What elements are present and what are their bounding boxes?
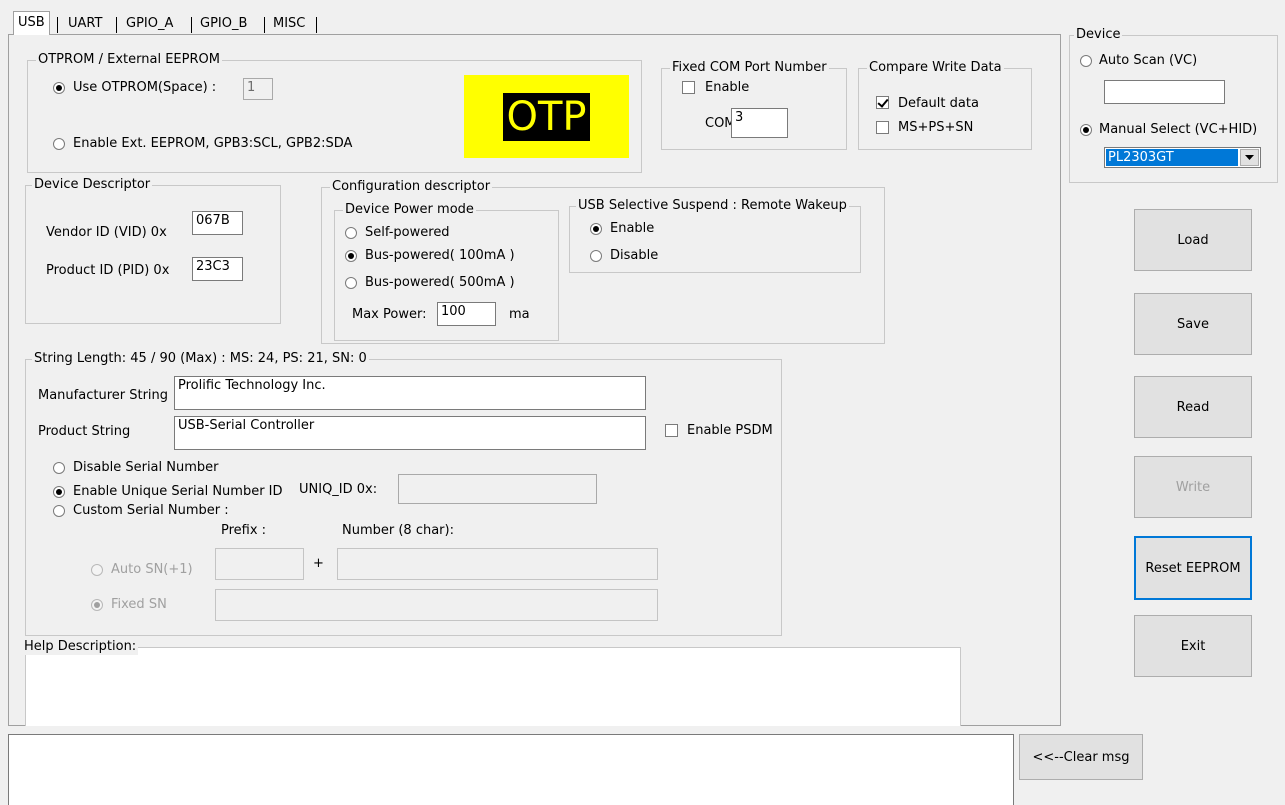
fixed-sn-label: Fixed SN	[111, 597, 167, 612]
remote-wakeup-disable-radio[interactable]	[590, 250, 602, 262]
tab-misc[interactable]: MISC	[269, 13, 309, 35]
sn-number-field[interactable]	[337, 548, 658, 580]
default-data-label: Default data	[898, 96, 979, 111]
clear-msg-button[interactable]: <<--Clear msg	[1019, 734, 1143, 780]
custom-serial-label: Custom Serial Number :	[73, 503, 229, 518]
remote-wakeup-disable-label: Disable	[610, 248, 659, 263]
tab-separator	[316, 17, 317, 33]
pid-label: Product ID (PID) 0x	[46, 263, 170, 278]
device-legend: Device	[1074, 27, 1123, 42]
prefix-label: Prefix :	[221, 523, 267, 538]
ms-ps-sn-checkbox[interactable]	[876, 121, 889, 134]
auto-sn-label: Auto SN(+1)	[111, 562, 193, 577]
manual-select-radio[interactable]	[1080, 124, 1092, 136]
unique-serial-label: Enable Unique Serial Number ID	[73, 484, 283, 499]
help-description-box	[25, 647, 961, 726]
fixed-sn-radio[interactable]	[91, 599, 103, 611]
device-select[interactable]: PL2303GT	[1104, 147, 1261, 168]
compare-write-legend: Compare Write Data	[867, 60, 1004, 75]
device-descriptor-group: Device Descriptor	[25, 177, 281, 324]
self-powered-radio[interactable]	[345, 227, 357, 239]
fixed-com-enable-checkbox[interactable]	[682, 81, 695, 94]
com-port-field[interactable]: 3	[731, 108, 788, 138]
manual-select-label: Manual Select (VC+HID)	[1099, 122, 1258, 137]
max-power-field[interactable]: 100	[437, 302, 496, 326]
fixed-com-legend: Fixed COM Port Number	[670, 60, 829, 75]
product-field[interactable]: USB-Serial Controller	[174, 416, 646, 450]
prefix-field[interactable]	[215, 548, 304, 580]
power-mode-legend: Device Power mode	[343, 202, 476, 217]
tab-separator	[57, 17, 58, 33]
custom-serial-radio[interactable]	[53, 505, 65, 517]
help-description-label: Help Description:	[24, 639, 139, 655]
auto-scan-radio[interactable]	[1080, 55, 1092, 67]
bus-powered-100-radio[interactable]	[345, 250, 357, 262]
self-powered-label: Self-powered	[365, 225, 450, 240]
enable-psdm-label: Enable PSDM	[687, 423, 773, 438]
fixed-sn-field[interactable]	[215, 589, 658, 621]
config-descriptor-legend: Configuration descriptor	[330, 179, 493, 194]
plus-sign: +	[313, 556, 324, 571]
auto-sn-radio[interactable]	[91, 564, 103, 576]
unique-serial-radio[interactable]	[53, 486, 65, 498]
vid-label: Vendor ID (VID) 0x	[46, 225, 167, 240]
remote-wakeup-enable-label: Enable	[610, 221, 655, 236]
otp-badge-text: OTP	[503, 92, 590, 141]
message-log[interactable]	[8, 734, 1014, 805]
tab-gpio-a[interactable]: GPIO_A	[122, 13, 177, 35]
reset-eeprom-button[interactable]: Reset EEPROM	[1134, 536, 1252, 600]
use-otprom-label: Use OTPROM(Space) :	[73, 80, 217, 95]
selective-suspend-legend: USB Selective Suspend : Remote Wakeup	[576, 198, 849, 213]
disable-serial-label: Disable Serial Number	[73, 460, 219, 475]
exit-button[interactable]: Exit	[1134, 615, 1252, 677]
device-select-value: PL2303GT	[1106, 149, 1238, 166]
chevron-down-icon[interactable]	[1240, 149, 1259, 166]
bus-powered-500-label: Bus-powered( 500mA )	[365, 275, 515, 290]
tab-separator	[191, 17, 192, 33]
tab-separator	[116, 17, 117, 33]
bus-powered-100-label: Bus-powered( 100mA )	[365, 248, 515, 263]
save-button[interactable]: Save	[1134, 293, 1252, 355]
disable-serial-radio[interactable]	[53, 462, 65, 474]
remote-wakeup-enable-radio[interactable]	[590, 223, 602, 235]
fixed-com-enable-label: Enable	[705, 80, 750, 95]
vid-field[interactable]: 067B	[192, 211, 243, 235]
ext-eeprom-radio[interactable]	[53, 138, 65, 150]
max-power-label: Max Power:	[352, 307, 427, 322]
product-label: Product String	[38, 424, 131, 439]
ms-ps-sn-label: MS+PS+SN	[898, 120, 974, 135]
uniq-id-label: UNIQ_ID 0x:	[299, 482, 378, 497]
otprom-space-field[interactable]: 1	[243, 78, 273, 100]
read-button[interactable]: Read	[1134, 376, 1252, 438]
tab-separator	[264, 17, 265, 33]
tab-gpio-b[interactable]: GPIO_B	[196, 13, 251, 35]
manufacturer-label: Manufacturer String	[38, 388, 169, 403]
enable-psdm-checkbox[interactable]	[665, 424, 678, 437]
default-data-checkbox[interactable]	[876, 96, 889, 109]
pid-field[interactable]: 23C3	[192, 257, 243, 281]
max-power-unit: ma	[509, 307, 530, 322]
tab-usb[interactable]: USB	[13, 11, 50, 35]
write-button[interactable]: Write	[1134, 456, 1252, 518]
auto-scan-field[interactable]	[1104, 80, 1225, 104]
ext-eeprom-label: Enable Ext. EEPROM, GPB3:SCL, GPB2:SDA	[73, 136, 353, 151]
load-button[interactable]: Load	[1134, 209, 1252, 271]
bus-powered-500-radio[interactable]	[345, 277, 357, 289]
tab-uart[interactable]: UART	[64, 13, 106, 35]
manufacturer-field[interactable]: Prolific Technology Inc.	[174, 376, 646, 410]
otp-badge: OTP	[464, 75, 629, 158]
device-descriptor-legend: Device Descriptor	[32, 177, 153, 192]
otprom-legend: OTPROM / External EEPROM	[36, 52, 222, 67]
number-label: Number (8 char):	[342, 523, 454, 538]
string-length-legend: String Length: 45 / 90 (Max) : MS: 24, P…	[32, 351, 369, 366]
use-otprom-radio[interactable]	[53, 82, 65, 94]
auto-scan-label: Auto Scan (VC)	[1099, 53, 1198, 68]
uniq-id-field[interactable]	[398, 474, 597, 504]
